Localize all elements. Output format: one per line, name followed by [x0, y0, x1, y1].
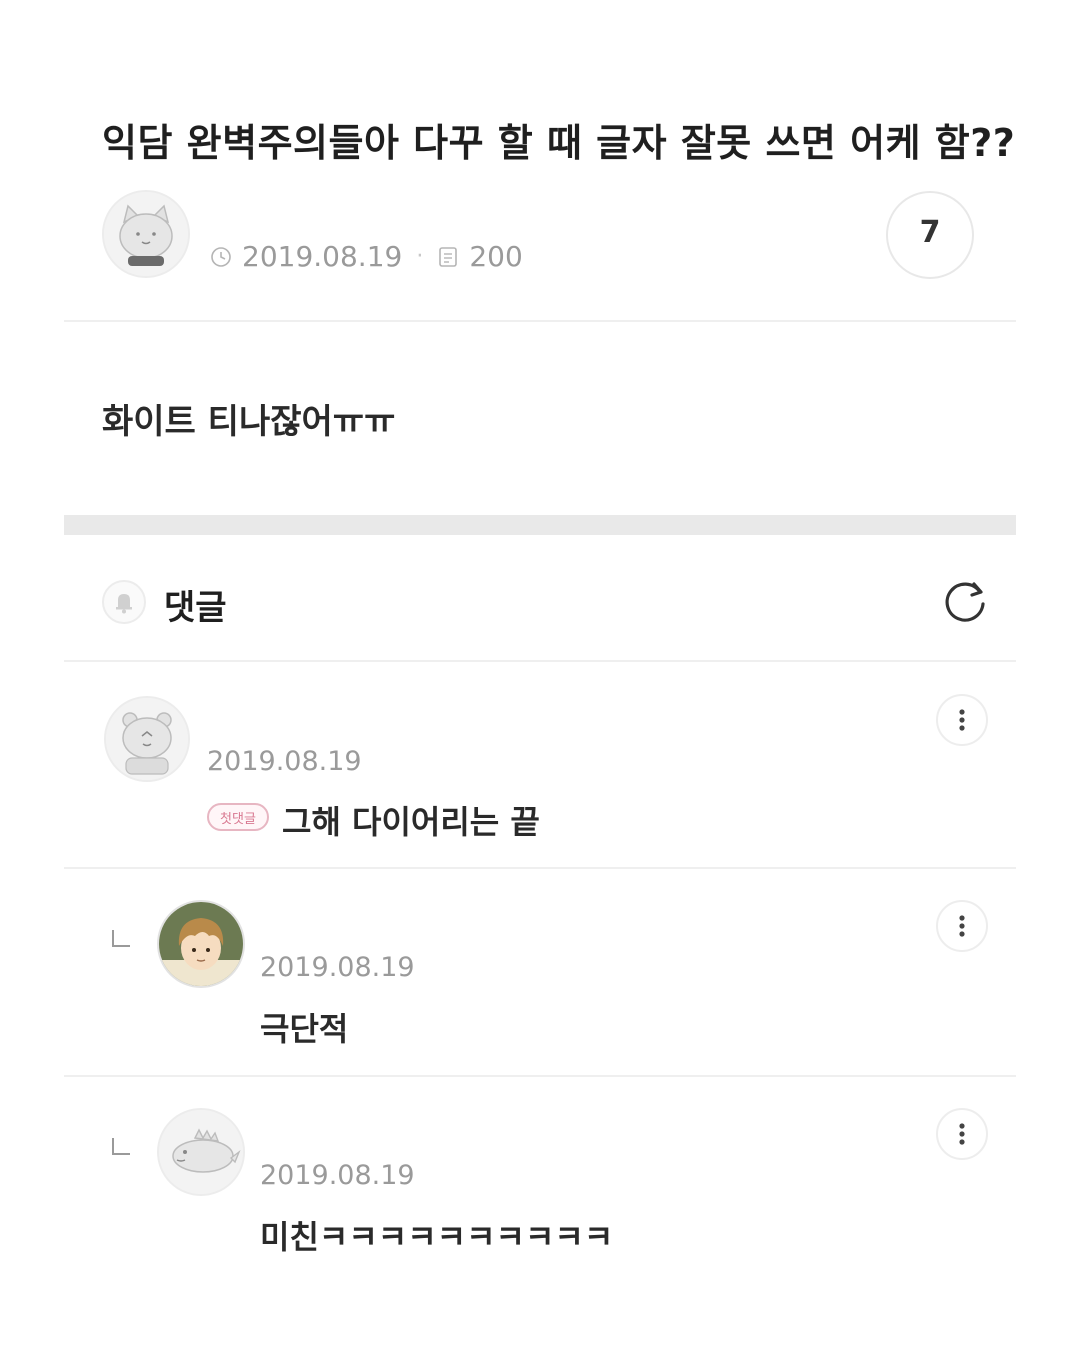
post-page: 익담 완벽주의들아 다꾸 할 때 글자 잘못 쓰면 어케 함?? 2019.08… — [0, 0, 1080, 1350]
anime-boy-avatar-icon — [159, 902, 243, 986]
divider — [64, 1075, 1016, 1077]
commenter-avatar[interactable] — [157, 1108, 245, 1196]
bell-icon[interactable] — [102, 580, 146, 624]
post-title: 익담 완벽주의들아 다꾸 할 때 글자 잘못 쓰면 어케 함?? — [102, 121, 1016, 165]
section-divider — [64, 515, 1016, 535]
post-views: 200 — [469, 240, 523, 273]
bear-avatar-icon — [106, 698, 188, 780]
comment-text: 그해 다이어리는 끝 — [282, 803, 540, 841]
commenter-avatar[interactable] — [157, 900, 245, 988]
comment-count: 7 — [919, 215, 941, 250]
author-avatar[interactable] — [102, 190, 190, 278]
divider — [64, 660, 1016, 662]
refresh-icon[interactable] — [940, 576, 990, 626]
first-comment-badge: 첫댓글 — [207, 803, 269, 831]
document-icon — [439, 246, 458, 267]
more-vertical-icon — [959, 915, 965, 937]
comments-label: 댓글 — [164, 588, 227, 628]
comment-count-button[interactable]: 7 — [886, 191, 974, 279]
divider — [64, 867, 1016, 869]
comment-date: 2019.08.19 — [260, 952, 415, 983]
divider — [64, 320, 1016, 322]
comment-text: 미친ㅋㅋㅋㅋㅋㅋㅋㅋㅋㅋ — [260, 1218, 614, 1256]
clock-icon — [211, 246, 231, 267]
post-date: 2019.08.19 — [242, 240, 403, 273]
commenter-avatar[interactable] — [104, 696, 190, 782]
reply-arrow-icon — [112, 1138, 130, 1155]
more-options-button[interactable] — [936, 1108, 988, 1160]
comment-date: 2019.08.19 — [207, 746, 362, 777]
more-vertical-icon — [959, 709, 965, 731]
cat-avatar-icon — [104, 192, 188, 276]
meta-separator: · — [416, 244, 424, 269]
post-meta: 2019.08.19 · 200 — [210, 240, 523, 273]
comment-date: 2019.08.19 — [260, 1160, 415, 1191]
more-options-button[interactable] — [936, 694, 988, 746]
reply-arrow-icon — [112, 930, 130, 947]
comment-text: 극단적 — [260, 1010, 349, 1048]
post-body: 화이트 티나잖어ㅠㅠ — [102, 402, 396, 442]
more-options-button[interactable] — [936, 900, 988, 952]
dinosaur-avatar-icon — [159, 1110, 243, 1194]
more-vertical-icon — [959, 1123, 965, 1145]
